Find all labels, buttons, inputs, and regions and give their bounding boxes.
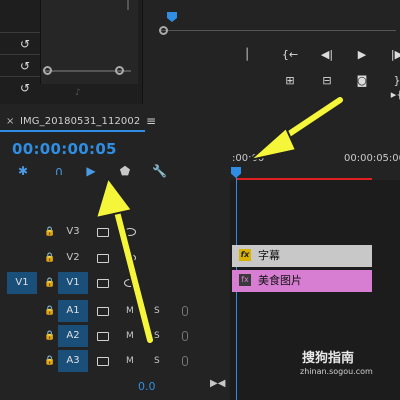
annotation-arrows xyxy=(94,95,345,345)
watermark-url: zhinan.sogou.com xyxy=(300,367,373,376)
arrow-to-ruler xyxy=(246,95,345,162)
arrow-to-linked-selection xyxy=(94,175,155,345)
watermark: 搜狗指南 zhinan.sogou.com xyxy=(300,345,400,385)
watermark-brand: 搜狗指南 xyxy=(302,351,355,366)
premiere-workspace: ♪ ↺ ↺ ↺ │ {← ◀| ▶ |▶ ⊞ ⊟ ◙ }▸{ × IMG_201… xyxy=(0,0,400,400)
